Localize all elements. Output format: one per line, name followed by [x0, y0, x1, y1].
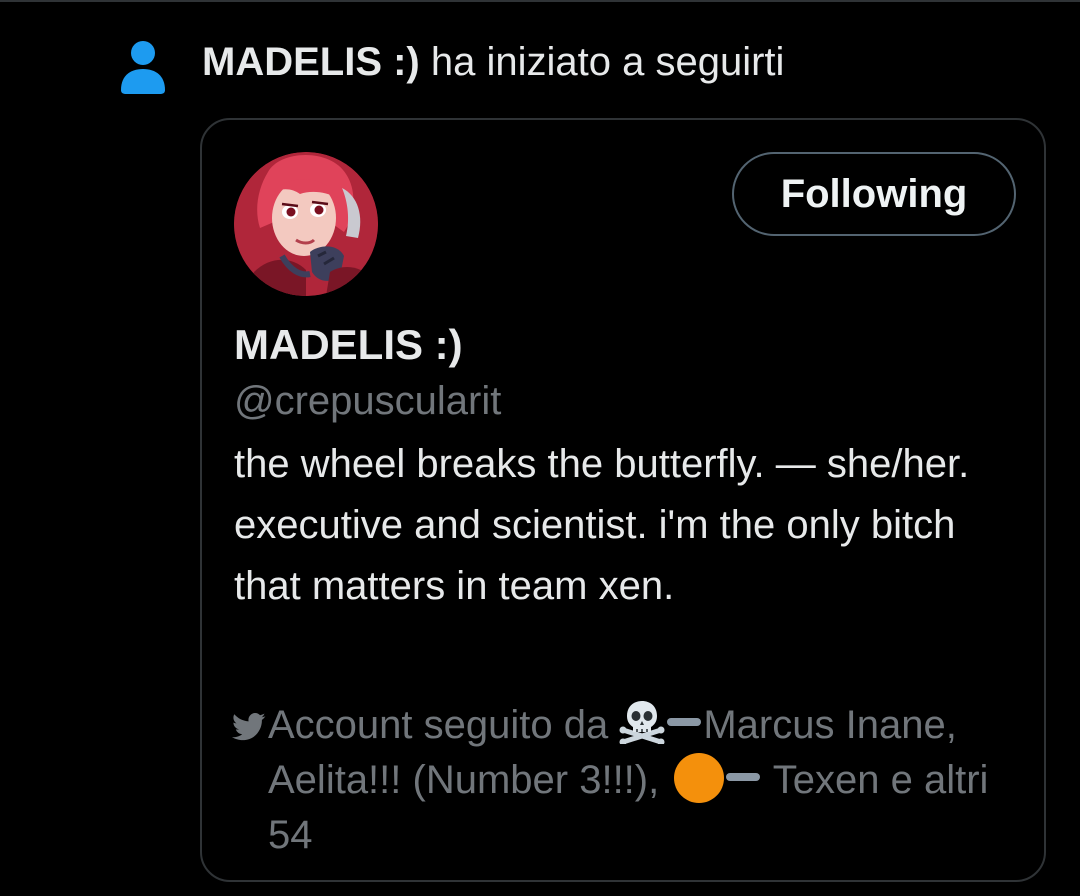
profile-display-name[interactable]: MADELIS :) [234, 318, 463, 372]
follower-name-1[interactable]: Marcus Inane [703, 703, 945, 747]
profile-handle[interactable]: @crepuscularit [234, 374, 501, 428]
bird-icon [232, 712, 266, 741]
follower-name-2[interactable]: Aelita!!! (Number 3!!!) [268, 758, 648, 802]
avatar-illustration [234, 152, 378, 296]
profile-avatar[interactable] [234, 152, 378, 296]
profile-bio: the wheel breaks the butterfly. — she/he… [234, 442, 970, 608]
separator-1: , [945, 703, 957, 747]
dash-icon [667, 718, 702, 726]
person-icon [121, 41, 165, 94]
separator-2: , [648, 758, 671, 802]
followed-by-prefix: Account seguito da [268, 703, 609, 747]
notification-user-name[interactable]: MADELIS :) [202, 40, 420, 84]
followed-by-text: Account seguito da Marcus Inane, Aelita!… [268, 698, 1018, 863]
follower-name-3[interactable]: Texen [773, 758, 880, 802]
notification-text: MADELIS :) ha iniziato a seguirti [202, 34, 784, 90]
skull-crossbones-icon [619, 701, 665, 744]
following-button[interactable]: Following [732, 152, 1016, 236]
notification-action: ha iniziato a seguirti [430, 40, 785, 84]
orange-circle-icon [674, 753, 725, 803]
top-divider [0, 0, 1080, 2]
profile-card[interactable]: Following MADELIS :) @crepuscularit the … [200, 118, 1046, 882]
dash-icon [726, 773, 761, 781]
